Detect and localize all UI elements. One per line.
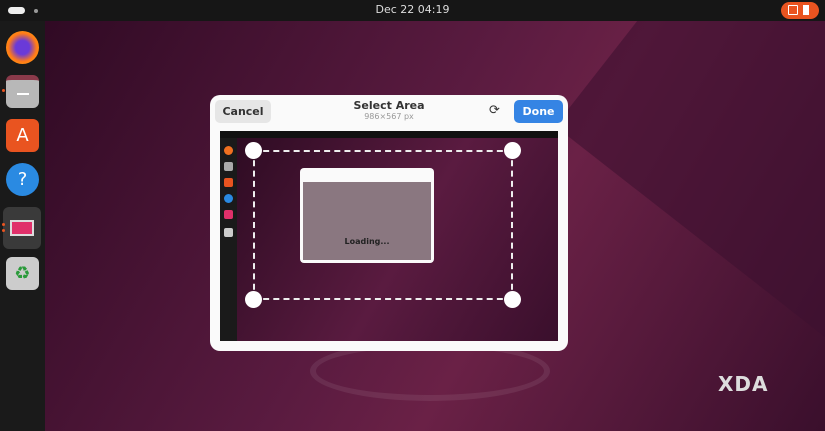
xda-watermark: XDA — [718, 372, 769, 396]
selection-rectangle[interactable] — [253, 150, 513, 300]
reset-icon[interactable]: ⟳ — [489, 103, 500, 118]
top-bar: Dec 22 04:19 — [0, 0, 825, 21]
resize-handle-bottom-left[interactable] — [245, 291, 262, 308]
dock-trash[interactable]: ♻ — [6, 257, 39, 290]
dock-firefox[interactable] — [6, 31, 39, 64]
folder-icon — [16, 93, 29, 95]
resize-handle-top-left[interactable] — [245, 142, 262, 159]
resize-handle-top-right[interactable] — [504, 142, 521, 159]
dock-screenshot[interactable] — [3, 207, 41, 249]
clock[interactable]: Dec 22 04:19 — [0, 3, 825, 16]
screenshot-preview[interactable]: Loading... — [220, 131, 558, 341]
dock-help[interactable]: ? — [6, 163, 39, 196]
screen-record-indicator[interactable] — [781, 2, 819, 19]
select-area-dialog: Cancel Select Area 986×567 px ⟳ Done Loa… — [210, 95, 568, 351]
dock: A ? ♻ — [0, 21, 45, 431]
trash-icon: ♻ — [14, 263, 31, 284]
resize-handle-bottom-right[interactable] — [504, 291, 521, 308]
done-button[interactable]: Done — [514, 100, 563, 123]
store-icon: A — [16, 125, 29, 146]
stop-icon — [803, 5, 809, 15]
help-icon: ? — [17, 169, 28, 190]
screenshot-icon — [788, 5, 798, 15]
screenshot-icon — [10, 220, 34, 236]
dock-app-center[interactable]: A — [6, 119, 39, 152]
dock-files[interactable] — [6, 75, 39, 108]
